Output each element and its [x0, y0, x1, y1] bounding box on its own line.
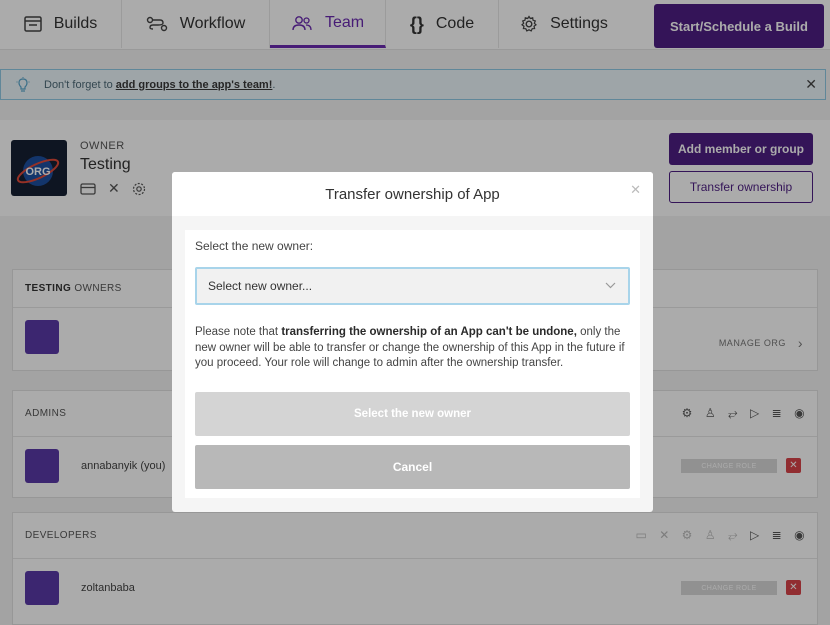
ownership-note: Please note that transferring the owners…	[195, 325, 633, 372]
note-prefix: Please note that	[195, 326, 279, 338]
transfer-ownership-modal: Transfer ownership of App ✕ Select the n…	[172, 172, 653, 512]
select-owner-label: Select the new owner:	[195, 239, 314, 253]
confirm-transfer-button[interactable]: Select the new owner	[195, 392, 630, 436]
modal-header: Transfer ownership of App ✕	[172, 172, 653, 216]
note-warning: transferring the ownership of an App can…	[281, 326, 577, 338]
chevron-down-icon	[605, 282, 616, 289]
modal-body: Select the new owner: Select new owner..…	[185, 230, 640, 498]
select-placeholder: Select new owner...	[208, 279, 313, 293]
new-owner-select[interactable]: Select new owner...	[195, 267, 630, 305]
modal-title: Transfer ownership of App	[325, 185, 500, 203]
close-icon[interactable]: ✕	[630, 182, 641, 198]
cancel-button[interactable]: Cancel	[195, 445, 630, 489]
